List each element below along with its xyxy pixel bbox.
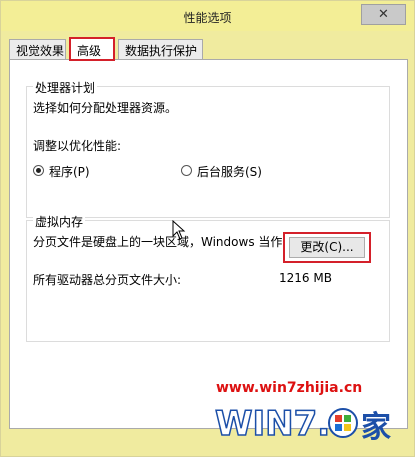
mouse-pointer-icon xyxy=(172,220,186,240)
programs-radio[interactable] xyxy=(33,165,44,176)
svg-text:家: 家 xyxy=(361,410,391,445)
close-button[interactable]: ✕ xyxy=(361,4,406,25)
programs-radio-label[interactable]: 程序(P) xyxy=(49,163,90,180)
total-paging-size-value: 1216 MB xyxy=(279,271,332,285)
processor-description: 选择如何分配处理器资源。 xyxy=(33,101,178,115)
close-icon: ✕ xyxy=(378,7,389,22)
win7-logo-icon: WIN7. 家 xyxy=(214,403,391,445)
processor-scheduling-group: 处理器计划 选择如何分配处理器资源。 调整以优化性能: 程序(P) 后台服务(S… xyxy=(26,79,390,218)
virtual-memory-title: 虚拟内存 xyxy=(33,213,86,230)
window-title: 性能选项 xyxy=(183,11,232,25)
adjust-label: 调整以优化性能: xyxy=(33,139,122,153)
change-button[interactable]: 更改(C)... xyxy=(289,237,365,258)
processor-scheduling-title: 处理器计划 xyxy=(33,79,98,96)
performance-options-window: 性能选项 ✕ 视觉效果 高级 数据执行保护 处理器计划 选择如何分配处理器资源。… xyxy=(0,0,415,457)
change-button-highlight: 更改(C)... xyxy=(283,232,371,263)
total-paging-size-label: 所有驱动器总分页文件大小: xyxy=(33,273,182,287)
background-services-radio-label[interactable]: 后台服务(S) xyxy=(197,163,262,180)
tab-advanced[interactable]: 高级 xyxy=(69,37,115,61)
watermark-url: www.win7zhijia.cn xyxy=(216,380,363,396)
tab-data-execution-prevention[interactable]: 数据执行保护 xyxy=(118,39,203,59)
tab-visual-effects[interactable]: 视觉效果 xyxy=(9,39,66,59)
svg-text:WIN7.: WIN7. xyxy=(215,404,330,444)
title-bar: 性能选项 ✕ xyxy=(1,1,414,31)
background-services-radio[interactable] xyxy=(181,165,192,176)
